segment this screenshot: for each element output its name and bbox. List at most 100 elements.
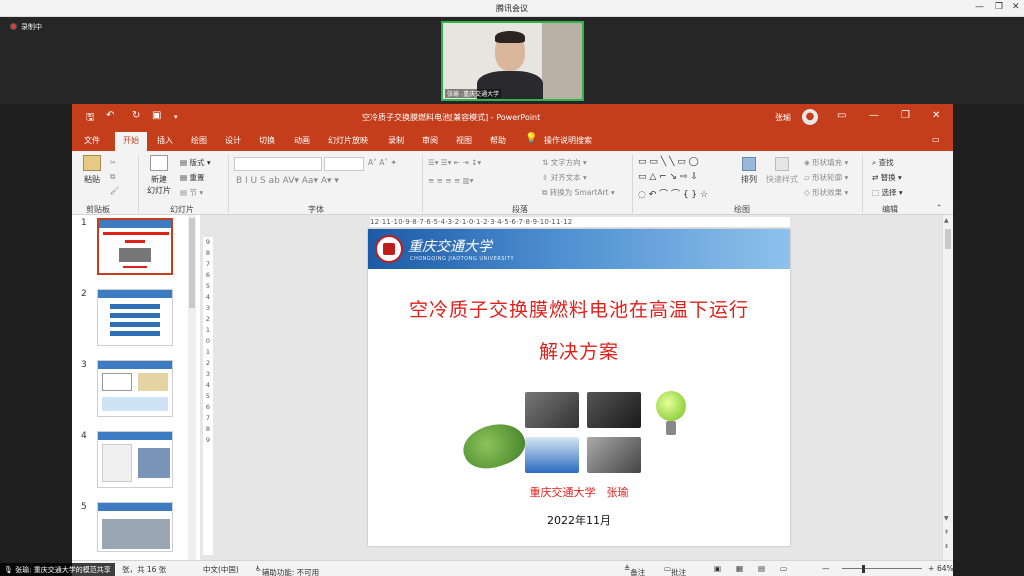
university-logo-en: CHONGQING JIAOTONG UNIVERSITY [410, 256, 515, 262]
save-icon[interactable]: 🖫 [86, 110, 95, 127]
format-painter-icon[interactable]: 🖌 [110, 186, 120, 195]
close-icon[interactable]: ✕ [932, 110, 940, 121]
tab-review[interactable]: 审阅 [422, 135, 438, 146]
font-format-row[interactable]: B I U S ab AV▾ Aa▾ A▾ ▾ [236, 176, 339, 186]
arrange-button[interactable]: 排列 [738, 157, 760, 185]
new-slide-label-2: 幻灯片 [147, 186, 171, 195]
customize-qa-icon[interactable]: ▾ [174, 113, 178, 121]
bullets-icon[interactable]: ☰▾ ☰▾ ⇤ ⇥ ↕▾ [428, 158, 481, 167]
quick-styles-button[interactable]: 快速样式 [764, 157, 800, 185]
thumbnail-scrollbar[interactable] [188, 215, 196, 560]
shape-effects-button[interactable]: ◇ 形状效果 ▾ [804, 187, 848, 198]
accessibility-status[interactable]: ♿ 辅助功能: 不可用 [255, 564, 319, 576]
recording-label: 录制中 [21, 23, 42, 31]
participant-video[interactable]: 张瑜 -重庆交通大学 [441, 21, 584, 101]
avatar[interactable]: ● [802, 109, 818, 125]
slide-author[interactable]: 重庆交通大学 张瑜 [368, 484, 790, 500]
layout-button[interactable]: ▤ 版式 ▾ [180, 157, 211, 168]
zoom-slider[interactable] [842, 568, 922, 569]
slide-thumbnail-4[interactable] [97, 431, 173, 488]
zoom-in-icon[interactable]: + [928, 564, 934, 573]
comments-label: 批注 [671, 568, 687, 576]
tab-insert[interactable]: 插入 [157, 135, 173, 146]
slide-sorter-icon[interactable]: ▦ [736, 564, 743, 573]
slideshow-icon[interactable]: ▣ [152, 110, 161, 121]
notes-label: 备注 [630, 568, 646, 576]
font-size-combo[interactable] [324, 157, 364, 171]
tab-view[interactable]: 视图 [456, 135, 472, 146]
find-button[interactable]: ⌕ 查找 [872, 157, 894, 168]
new-slide-icon [150, 155, 168, 171]
slide-thumbnail-2[interactable] [97, 289, 173, 346]
comments-icon[interactable]: ▭ [932, 135, 940, 144]
copy-icon[interactable]: ⧉ [110, 172, 115, 182]
shape-gallery[interactable]: ▭ ▭ ╲ ╲ ▭ ◯ [638, 157, 699, 167]
align-text-label: 对齐文本 [550, 173, 581, 182]
green-bulb-base [666, 421, 676, 435]
slide-count: 张，共 16 张 [122, 565, 167, 574]
zoom-slider-knob[interactable] [862, 565, 865, 573]
tab-record[interactable]: 录制 [388, 135, 404, 146]
group-clipboard: 剪贴板 [86, 205, 110, 214]
workspace-scrollbar[interactable]: ▲ ▼ ⇞ ⇟ [942, 215, 953, 560]
minimize-icon[interactable]: — [975, 2, 984, 12]
slide-date[interactable]: 2022年11月 [368, 512, 790, 528]
tab-design[interactable]: 设计 [225, 135, 241, 146]
shape-fill-label: 形状填充 [812, 158, 843, 167]
align-icons[interactable]: ≡ ≡ ≡ ≡ ▥▾ [428, 176, 474, 185]
tab-draw[interactable]: 绘图 [191, 135, 207, 146]
cut-icon[interactable]: ✂ [110, 158, 116, 167]
slide-title-line2[interactable]: 解决方案 [368, 337, 790, 364]
align-text-button[interactable]: ⇳ 对齐文本 ▾ [542, 172, 587, 183]
zoom-out-icon[interactable]: — [822, 564, 830, 573]
redo-icon[interactable]: ↻ [132, 110, 140, 121]
shape-outline-label: 形状轮廓 [812, 173, 843, 182]
tab-slideshow[interactable]: 幻灯片放映 [328, 135, 368, 146]
comments-button[interactable]: ▭ 批注 [664, 564, 686, 576]
slide-thumbnail-3[interactable] [97, 360, 173, 417]
user-name[interactable]: 张瑜 [775, 112, 791, 123]
tell-me-search[interactable]: 操作说明搜索 [544, 135, 592, 146]
shape-gallery-row3[interactable]: ◌ ↶ ⌒ ⌒ { } ☆ [638, 187, 708, 200]
minimize-icon[interactable]: — [869, 110, 879, 121]
shape-outline-button[interactable]: ▱ 形状轮廓 ▾ [804, 172, 848, 183]
font-name-combo[interactable] [234, 157, 322, 171]
tab-animations[interactable]: 动画 [294, 135, 310, 146]
slide-title[interactable]: 空冷质子交换膜燃料电池在高温下运行 [368, 295, 790, 322]
slide-thumbnail-5[interactable] [97, 502, 173, 552]
language[interactable]: 中文(中国) [203, 564, 239, 575]
tab-home[interactable]: 开始 [115, 132, 147, 151]
collapse-ribbon-icon[interactable]: ⌃ [936, 203, 942, 212]
text-direction-button[interactable]: ⇅ 文字方向 ▾ [542, 157, 587, 168]
zoom-level[interactable]: 64% [937, 564, 954, 573]
new-slide-button[interactable]: 新建 幻灯片 [144, 155, 174, 196]
normal-view-icon[interactable]: ▣ [714, 564, 721, 573]
grow-font-icon[interactable]: A˄ A˅ ✦ [368, 158, 397, 167]
ribbon-display-icon[interactable]: ▭ [837, 110, 846, 121]
fuel-cell-system-image [587, 437, 641, 473]
recording-indicator[interactable]: 录制中 [10, 22, 42, 32]
ribbon: 粘贴 ✂ ⧉ 🖌 剪贴板 新建 幻灯片 ▤ 版式 ▾ ▤ 重置 ▤ 节 ▾ 幻灯… [72, 151, 953, 215]
replace-button[interactable]: ⇄ 替换 ▾ [872, 172, 902, 183]
shape-gallery-row2[interactable]: ▭ △ ⌐ ↘ ⇨ ⇩ [638, 172, 698, 182]
slide-thumbnail-1[interactable] [97, 218, 173, 275]
undo-icon[interactable]: ↶ [106, 110, 114, 121]
tab-transitions[interactable]: 切换 [259, 135, 275, 146]
reset-button[interactable]: ▤ 重置 [180, 172, 204, 183]
select-button[interactable]: ⬚ 选择 ▾ [872, 187, 903, 198]
tab-file[interactable]: 文件 [84, 135, 100, 146]
restore-icon[interactable]: ❐ [901, 110, 910, 121]
close-icon[interactable]: ✕ [1012, 2, 1020, 12]
section-button[interactable]: ▤ 节 ▾ [180, 187, 203, 198]
tab-help[interactable]: 帮助 [490, 135, 506, 146]
slideshow-view-icon[interactable]: ▭ [780, 564, 787, 573]
accessibility-label: 辅助功能: 不可用 [261, 568, 320, 576]
shape-fill-button[interactable]: ◈ 形状填充 ▾ [804, 157, 848, 168]
reading-view-icon[interactable]: ▤ [758, 564, 765, 573]
restore-icon[interactable]: ❐ [995, 2, 1003, 12]
vertical-ruler: 9876543210123456789 [203, 237, 213, 555]
notes-button[interactable]: ≜ 备注 [624, 564, 645, 576]
paste-button[interactable]: 粘贴 [80, 155, 104, 185]
current-slide[interactable]: 重庆交通大学 CHONGQING JIAOTONG UNIVERSITY 空冷质… [368, 229, 790, 546]
smartart-button[interactable]: ⧉ 转换为 SmartArt ▾ [542, 187, 615, 198]
